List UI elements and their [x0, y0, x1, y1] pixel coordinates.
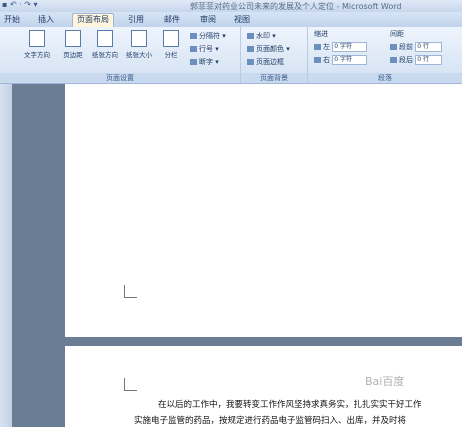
- page-borders-icon: [247, 59, 254, 65]
- group-label-page-background: 页面背景: [241, 73, 307, 83]
- spacing-after-label: 段后: [399, 56, 413, 64]
- group-label-paragraph: 段落: [308, 73, 462, 83]
- spacing-after-input[interactable]: 0 行: [415, 55, 443, 65]
- indent-left-icon: [314, 44, 321, 50]
- group-page-setup: 文字方向 页边距 纸张方向 纸张大小 分栏 分隔符 ▾ 行号 ▾ 断字 ▾ 页面…: [0, 27, 241, 83]
- breaks-button[interactable]: 分隔符 ▾: [190, 31, 226, 41]
- spacing-title: 间距: [390, 30, 404, 38]
- group-label-page-setup: 页面设置: [0, 73, 240, 83]
- spacing-before-icon: [390, 44, 397, 50]
- page-borders-label: 页面边框: [256, 58, 284, 66]
- orientation-label: 纸张方向: [92, 51, 118, 59]
- indent-right-row: 右 0 字符: [314, 55, 368, 65]
- page-borders-button[interactable]: 页面边框: [247, 57, 284, 67]
- ribbon: 文字方向 页边距 纸张方向 纸张大小 分栏 分隔符 ▾ 行号 ▾ 断字 ▾ 页面…: [0, 27, 462, 84]
- text-direction-icon: [29, 30, 45, 47]
- page-color-icon: [247, 46, 254, 52]
- indent-right-label: 右: [323, 56, 330, 64]
- line-numbers-button[interactable]: 行号 ▾: [190, 44, 219, 54]
- tab-insert[interactable]: 插入: [38, 14, 54, 26]
- watermark-logo: Bai百度: [365, 375, 405, 388]
- breaks-icon: [190, 33, 197, 39]
- spacing-before-row: 段前 0 行: [390, 42, 443, 52]
- watermark-button[interactable]: 水印 ▾: [247, 31, 276, 41]
- columns-icon: [163, 30, 179, 47]
- quick-access-toolbar[interactable]: ▪ ↶ · ↷ ▾: [2, 0, 38, 9]
- margins-button[interactable]: 页边距: [60, 30, 86, 59]
- columns-label: 分栏: [164, 51, 178, 59]
- breaks-label: 分隔符 ▾: [199, 32, 226, 40]
- hyphenation-label: 断字 ▾: [199, 58, 219, 66]
- group-page-background: 水印 ▾ 页面颜色 ▾ 页面边框 页面背景: [241, 27, 308, 83]
- size-button[interactable]: 纸张大小: [126, 30, 152, 59]
- size-label: 纸张大小: [126, 51, 152, 59]
- ribbon-tabs: 开始 插入 页面布局 引用 邮件 审阅 视图: [0, 12, 462, 28]
- spacing-after-row: 段后 0 行: [390, 55, 443, 65]
- tab-review[interactable]: 审阅: [200, 14, 216, 26]
- text-direction-label: 文字方向: [24, 51, 50, 59]
- orientation-button[interactable]: 纸张方向: [92, 30, 118, 59]
- tab-view[interactable]: 视图: [234, 14, 250, 26]
- window-title: 郭菲菲对药业公司未来的发展及个人定位 - Microsoft Word: [190, 2, 402, 11]
- text-direction-button[interactable]: 文字方向: [24, 30, 50, 59]
- page-color-label: 页面颜色 ▾: [256, 45, 290, 53]
- spacing-before-label: 段前: [399, 43, 413, 51]
- tab-references[interactable]: 引用: [128, 14, 144, 26]
- vertical-ruler: [0, 84, 12, 427]
- indent-title: 缩进: [314, 30, 328, 38]
- title-bar: ▪ ↶ · ↷ ▾ 郭菲菲对药业公司未来的发展及个人定位 - Microsoft…: [0, 0, 462, 12]
- page-corner-marker: [124, 285, 137, 298]
- page-size-icon: [131, 30, 147, 47]
- line-numbers-label: 行号 ▾: [199, 45, 219, 53]
- page-color-button[interactable]: 页面颜色 ▾: [247, 44, 290, 54]
- group-paragraph: 缩进 左 0 字符 右 0 字符 间距 段前 0 行 段后 0 行 段落: [308, 27, 462, 83]
- hyphenation-button[interactable]: 断字 ▾: [190, 57, 219, 67]
- spacing-before-input[interactable]: 0 行: [415, 42, 443, 52]
- document-text-line[interactable]: 实施电子监管的药品，按规定进行药品电子监管码扫入、出库，并及时将: [134, 414, 406, 426]
- indent-left-row: 左 0 字符: [314, 42, 368, 52]
- tab-home[interactable]: 开始: [4, 14, 20, 26]
- indent-right-input[interactable]: 0 字符: [332, 55, 368, 65]
- indent-right-icon: [314, 57, 321, 63]
- line-numbers-icon: [190, 46, 197, 52]
- columns-button[interactable]: 分栏: [160, 30, 182, 59]
- hyphenation-icon: [190, 59, 197, 65]
- watermark-icon: [247, 33, 254, 39]
- spacing-after-icon: [390, 57, 397, 63]
- orientation-icon: [97, 30, 113, 47]
- tab-mailings[interactable]: 邮件: [164, 14, 180, 26]
- document-page-1[interactable]: [65, 84, 462, 337]
- tab-page-layout[interactable]: 页面布局: [72, 13, 114, 28]
- indent-left-input[interactable]: 0 字符: [332, 42, 368, 52]
- margins-icon: [65, 30, 81, 47]
- indent-left-label: 左: [323, 43, 330, 51]
- margins-label: 页边距: [63, 51, 83, 59]
- watermark-label: 水印 ▾: [256, 32, 276, 40]
- document-text-line[interactable]: 在以后的工作中，我要转变工作作风坚持求真务实，扎扎实实干好工作: [158, 398, 422, 410]
- page-corner-marker: [124, 378, 137, 391]
